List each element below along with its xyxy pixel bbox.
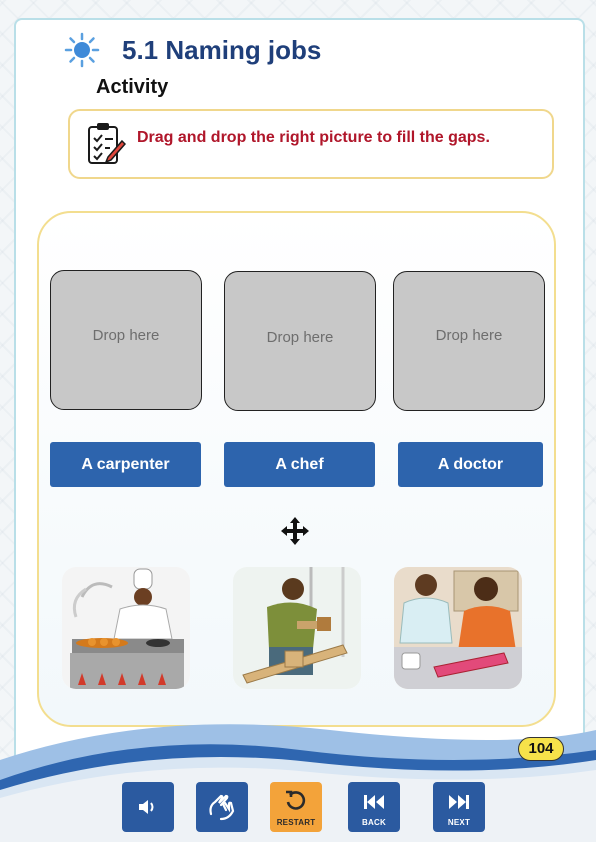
draggable-picture-carpenter[interactable] [233, 567, 361, 689]
drop-zone-label: Drop here [266, 329, 334, 346]
page-number-badge: 104 [518, 737, 564, 761]
draggable-picture-doctor[interactable] [394, 567, 522, 689]
carpenter-image [233, 567, 361, 689]
back-label: BACK [362, 818, 386, 827]
next-label: NEXT [447, 818, 471, 827]
back-icon [364, 795, 384, 809]
instruction-text: Drag and drop the right picture to fill … [137, 129, 490, 146]
instruction-box: Drag and drop the right picture to fill … [68, 109, 554, 179]
restart-button[interactable]: RESTART [270, 782, 322, 832]
audio-button[interactable] [122, 782, 174, 832]
page-title: 5.1 Naming jobs [122, 34, 322, 65]
chef-image [62, 567, 190, 689]
restart-icon [286, 790, 306, 810]
drop-zone-3[interactable]: Drop here [393, 271, 545, 411]
next-icon [449, 795, 469, 809]
sign-language-hands-icon [209, 794, 235, 821]
word-label-doctor: A doctor [398, 442, 543, 487]
sign-language-button[interactable] [196, 782, 248, 832]
section-heading: Activity [96, 76, 169, 98]
speaker-icon [139, 800, 154, 814]
sun-icon [64, 32, 100, 68]
next-button[interactable]: NEXT [433, 782, 485, 832]
word-label-chef: A chef [224, 442, 375, 487]
drop-zone-label: Drop here [435, 327, 503, 344]
move-cursor-icon [281, 517, 309, 545]
clipboard-checklist-icon [88, 123, 126, 164]
restart-label: RESTART [276, 818, 316, 827]
draggable-picture-chef[interactable] [62, 567, 190, 689]
drop-zone-2[interactable]: Drop here [224, 271, 376, 411]
word-label-carpenter: A carpenter [50, 442, 201, 487]
back-button[interactable]: BACK [348, 782, 400, 832]
doctor-image [394, 567, 522, 689]
drop-zone-1[interactable]: Drop here [50, 270, 202, 410]
header: 5.1 Naming jobs [64, 32, 321, 68]
drop-zone-label: Drop here [92, 327, 160, 344]
